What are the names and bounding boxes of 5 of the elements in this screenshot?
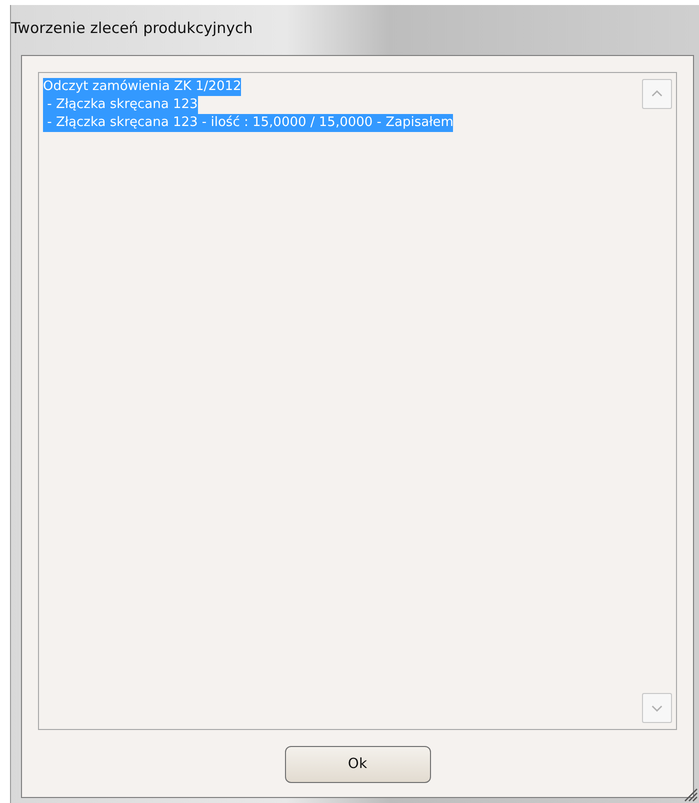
ok-button[interactable]: Ok xyxy=(284,746,430,783)
window-title: Tworzenie zleceń produkcyjnych xyxy=(11,18,254,39)
scroll-up-icon[interactable] xyxy=(642,79,672,109)
scroll-down-icon[interactable] xyxy=(642,693,672,723)
resize-grip-icon[interactable] xyxy=(682,786,698,802)
